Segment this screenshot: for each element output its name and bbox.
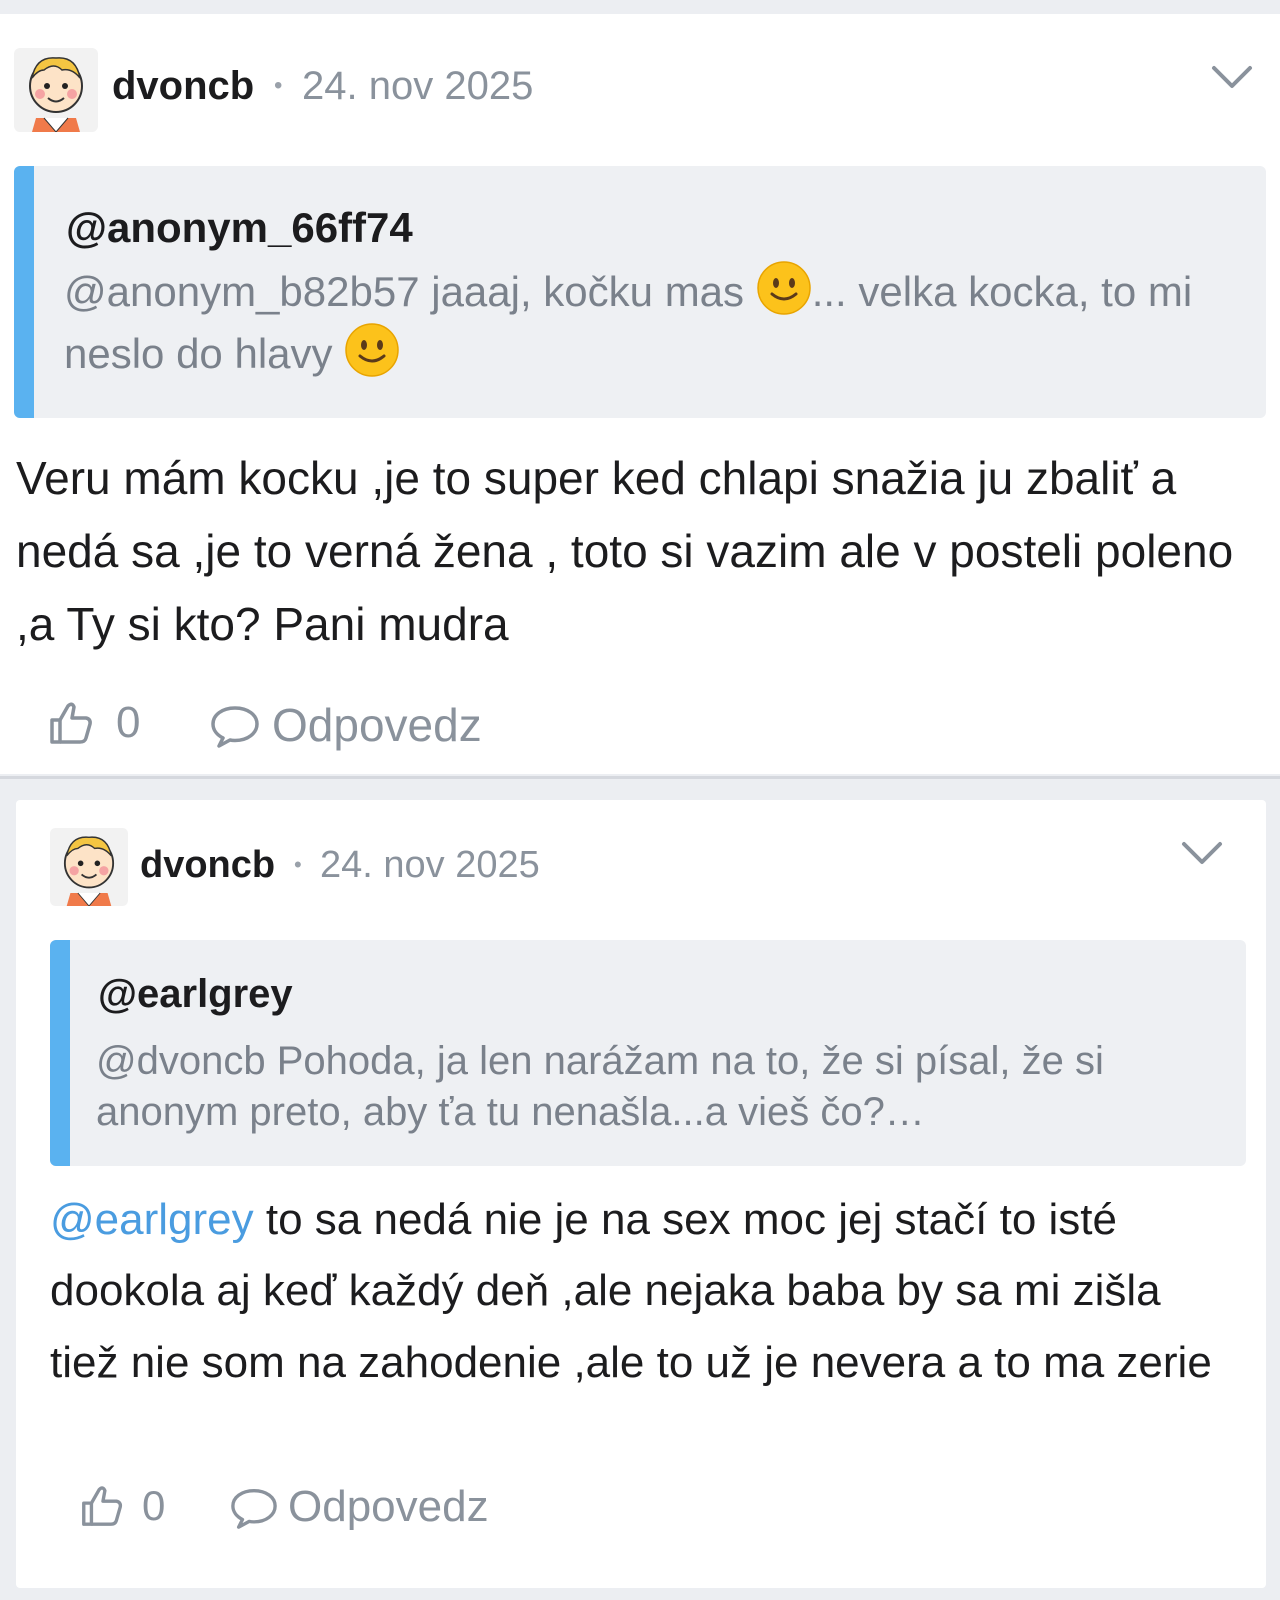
quoted-author: @anonym_66ff74 [66,204,413,251]
quoted-author: @earlgrey [98,972,293,1016]
quoted-text: @anonym_b82b57 jaaaj, kočku mas ... velk… [64,260,1204,385]
quote-accent-bar [14,166,34,418]
reply-label: Odpovedz [288,1482,489,1531]
comment-card: dvoncb • 24. nov 2025 @anonym_66ff74 @an… [0,14,1280,774]
avatar[interactable] [50,828,128,906]
meta-separator: • [294,852,302,877]
speech-bubble-icon [211,706,259,748]
comment-card: dvoncb • 24. nov 2025 @earlgrey @dvoncb … [16,800,1266,1588]
avatar-image [50,828,128,906]
author-name[interactable]: dvoncb [112,64,254,109]
thumbs-up-icon [82,1486,123,1526]
post-divider [0,776,1280,779]
chevron-down-icon [1182,842,1222,864]
quoted-comment[interactable]: @earlgrey @dvoncb Pohoda, ja len narážam… [50,940,1246,1166]
thumbs-up-icon [50,702,92,744]
quoted-text: @dvoncb Pohoda, ja len narážam na to, že… [96,1039,1104,1135]
quoted-text-part1: @anonym_b82b57 jaaaj, kočku mas [64,268,756,315]
mention-link[interactable]: @earlgrey [50,1195,254,1244]
author-name[interactable]: dvoncb [140,844,275,887]
meta-separator: • [274,72,283,99]
post-date: 24. nov 2025 [320,844,540,886]
reply-button[interactable]: Odpovedz [228,1482,489,1532]
like-count: 0 [116,698,141,747]
speech-bubble-icon [231,1489,277,1529]
like-count: 0 [142,1482,166,1529]
avatar[interactable] [14,48,98,132]
reply-button[interactable]: Odpovedz [208,698,482,752]
like-button[interactable]: 0 [46,698,140,748]
avatar-image [14,48,98,132]
like-button[interactable]: 0 [78,1482,165,1530]
comment-body: Veru mám kocku ,je to super ked chlapi s… [16,452,1234,651]
quote-accent-bar [50,940,70,1166]
post-menu-button[interactable] [1208,60,1256,97]
comment-body: @earlgrey to sa nedá nie je na sex moc j… [50,1184,1230,1398]
quoted-comment[interactable]: @anonym_66ff74 @anonym_b82b57 jaaaj, koč… [14,166,1266,418]
chevron-down-icon [1212,66,1252,88]
smiley-emoji [344,322,400,378]
reply-label: Odpovedz [272,699,482,751]
smiley-emoji [756,260,812,316]
comment-feed: dvoncb • 24. nov 2025 @anonym_66ff74 @an… [0,0,1280,1600]
post-menu-button[interactable] [1178,836,1226,873]
post-date: 24. nov 2025 [302,64,534,108]
